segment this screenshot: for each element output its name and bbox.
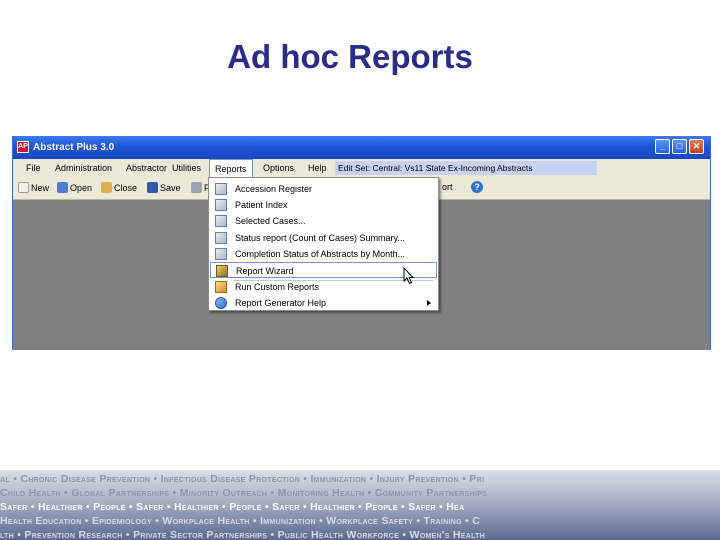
menu-item-label: Accession Register [235, 184, 313, 194]
banner-line: Safer • Healthier • People • Safer • Hea… [0, 501, 465, 513]
footer-banner: al • Chronic Disease Prevention • Infect… [0, 470, 720, 540]
help-icon[interactable]: ? [471, 181, 483, 193]
save-button[interactable]: Save [147, 182, 181, 193]
window-title: Abstract Plus 3.0 [33, 142, 115, 153]
help-icon [215, 297, 227, 309]
menu-item-report-generator-help[interactable]: Report Generator Help [210, 295, 437, 311]
close-folder-icon [101, 182, 112, 193]
window-titlebar[interactable]: AP Abstract Plus 3.0 _ □ ✕ [13, 136, 710, 159]
menu-item-selected-cases[interactable]: Selected Cases... [210, 213, 437, 229]
run-icon [215, 281, 227, 293]
menu-item-label: Report Generator Help [235, 298, 327, 308]
close-button[interactable]: ✕ [689, 139, 704, 154]
menu-item-label: Run Custom Reports [235, 282, 320, 292]
mouse-cursor-icon [403, 267, 415, 285]
open-button[interactable]: Open [57, 182, 92, 193]
menu-item-label: Completion Status of Abstracts by Month.… [235, 249, 406, 259]
menubar: File Administration Abstractor Utilities… [13, 159, 710, 177]
menu-item-label: Patient Index [235, 200, 288, 210]
minimize-button[interactable]: _ [655, 139, 670, 154]
new-button[interactable]: New [18, 182, 49, 193]
cases-icon [215, 215, 227, 227]
menu-item-accession-register[interactable]: Accession Register [210, 181, 437, 197]
maximize-button[interactable]: □ [672, 139, 687, 154]
menu-help[interactable]: Help [308, 163, 327, 173]
new-button-label: New [31, 183, 50, 193]
menu-options[interactable]: Options [263, 163, 294, 173]
open-button-label: Open [70, 183, 93, 193]
status-icon [215, 232, 227, 244]
save-button-label: Save [160, 183, 181, 193]
completion-icon [215, 248, 227, 260]
menu-abstractor[interactable]: Abstractor [126, 163, 167, 173]
save-disk-icon [147, 182, 158, 193]
printer-icon [191, 182, 202, 193]
menu-item-status-report[interactable]: Status report (Count of Cases) Summary..… [210, 230, 437, 246]
menu-file[interactable]: File [26, 163, 41, 173]
menu-item-label: Status report (Count of Cases) Summary..… [235, 233, 405, 243]
banner-line: Child Health • Global Partnerships • Min… [0, 487, 488, 499]
open-folder-icon [57, 182, 68, 193]
edit-set-indicator: Edit Set: Central: Vs11 State Ex-Incomin… [335, 161, 597, 175]
banner-line: Health Education • Epidemiology • Workpl… [0, 515, 481, 527]
wand-icon [216, 265, 228, 277]
close-doc-button[interactable]: Close [101, 182, 137, 193]
index-icon [215, 199, 227, 211]
report-button-label[interactable]: ort [442, 182, 453, 192]
menu-item-label: Selected Cases... [235, 216, 306, 226]
menu-reports[interactable]: Reports [209, 159, 253, 177]
submenu-arrow-icon [427, 300, 431, 306]
menu-item-completion-status[interactable]: Completion Status of Abstracts by Month.… [210, 246, 437, 262]
app-logo-icon: AP [17, 141, 29, 153]
reports-dropdown-menu: Accession Register Patient Index Selecte… [208, 177, 439, 311]
slide-title: Ad hoc Reports [227, 38, 473, 75]
new-document-icon [18, 182, 29, 193]
menu-item-label: Report Wizard [236, 266, 294, 276]
menu-item-patient-index[interactable]: Patient Index [210, 197, 437, 213]
close-doc-label: Close [114, 183, 138, 193]
banner-line: al • Chronic Disease Prevention • Infect… [0, 473, 485, 485]
register-icon [215, 183, 227, 195]
banner-line: lth • Prevention Research • Private Sect… [0, 529, 486, 540]
menu-utilities[interactable]: Utilities [172, 163, 201, 173]
menu-administration[interactable]: Administration [55, 163, 112, 173]
